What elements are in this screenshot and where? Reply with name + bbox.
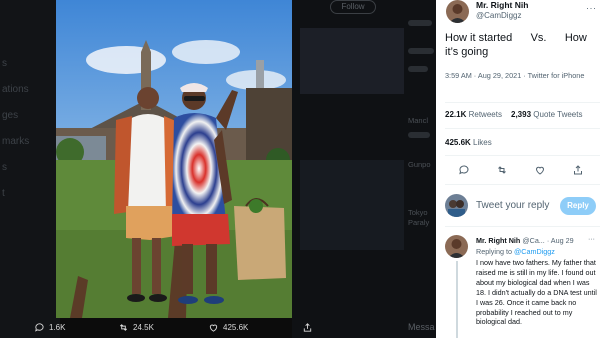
reply-header: Mr. Right Nih @Ca... · Aug 29 — [476, 236, 574, 245]
avatar-image — [446, 0, 469, 23]
reply-text: I now have two fathers. My father that r… — [476, 258, 597, 327]
quote-stats[interactable]: 2,393 Quote Tweets — [511, 110, 582, 119]
bg-trend: Gunpo — [408, 160, 431, 169]
bg-nav-item: ges — [2, 110, 19, 121]
background-messages: Messa — [408, 322, 435, 332]
tweet-timestamp[interactable]: 3:59 AM · Aug 29, 2021 · Twitter for iPh… — [445, 71, 595, 81]
tweet-detail-panel: Mr. Right Nih @CamDiggz ··· How it start… — [436, 0, 600, 338]
share-icon — [303, 323, 312, 332]
reply-author-avatar[interactable] — [445, 235, 468, 258]
share-icon[interactable] — [572, 164, 584, 176]
retweet-icon[interactable] — [496, 164, 508, 176]
reply-icon — [35, 323, 44, 332]
retweet-icon — [119, 324, 128, 331]
retweets-count: 22.1K — [445, 110, 467, 119]
thread-line — [456, 261, 458, 338]
bg-nav-item: s — [2, 162, 7, 173]
divider — [445, 102, 600, 103]
bg-nav-item: t — [2, 188, 5, 199]
divider — [445, 226, 600, 227]
heart-icon[interactable] — [534, 164, 546, 176]
current-user-avatar[interactable] — [445, 194, 468, 217]
reply-button[interactable]: Reply — [560, 197, 596, 215]
media-retweet-count: 24.5K — [133, 323, 154, 332]
author-handle[interactable]: @CamDiggz — [476, 11, 521, 20]
media-reply-count: 1.6K — [49, 323, 66, 332]
reply-author-name[interactable]: Mr. Right Nih — [476, 236, 520, 245]
media-reply-button[interactable]: 1.6K — [34, 322, 65, 333]
background-sidebar: s ations ges marks s t — [0, 0, 60, 338]
reply-author-handle[interactable]: @Ca... — [522, 236, 544, 245]
media-action-bar: 1.6K 24.5K 425.6K — [35, 318, 318, 338]
media-retweet-button[interactable]: 24.5K — [118, 322, 154, 333]
bg-placeholder-line — [408, 132, 430, 138]
bg-nav-item: marks — [2, 136, 30, 147]
reply-input[interactable]: Tweet your reply — [476, 200, 549, 211]
retweet-stats[interactable]: 22.1K Retweets — [445, 110, 502, 119]
divider — [445, 128, 600, 129]
replying-to-link[interactable]: @CamDiggz — [514, 247, 555, 256]
reply-date[interactable]: · Aug 29 — [547, 236, 574, 245]
bg-nav-item: s — [2, 58, 7, 69]
media-like-count: 425.6K — [223, 323, 249, 332]
retweets-label: Retweets — [468, 110, 502, 119]
likes-count: 425.6K — [445, 138, 471, 147]
divider — [445, 184, 600, 185]
divider — [445, 155, 600, 156]
tweet-photo[interactable] — [56, 0, 292, 318]
likes-label: Likes — [473, 138, 492, 147]
background-follow-button: Follow — [330, 0, 376, 14]
reply-icon[interactable] — [458, 164, 470, 176]
tweet-lightbox: s ations ges marks s t Follow Mancl Gunp… — [0, 0, 600, 338]
background-thumbnail — [300, 160, 404, 250]
bg-placeholder-line — [408, 20, 432, 26]
bg-trend: Mancl — [408, 116, 429, 125]
bg-placeholder-line — [408, 48, 434, 54]
media-like-button[interactable]: 425.6K — [208, 322, 248, 333]
bg-nav-item: ations — [2, 84, 29, 95]
author-avatar[interactable] — [446, 0, 469, 23]
bg-trend: Tokyo — [408, 208, 428, 217]
reply-more-options-icon[interactable]: ··· — [588, 236, 595, 243]
heart-icon — [209, 324, 218, 332]
bg-trend: Paraly — [408, 218, 430, 227]
author-name[interactable]: Mr. Right Nih — [476, 0, 528, 10]
bg-placeholder-line — [408, 66, 428, 72]
more-options-icon[interactable]: ··· — [586, 3, 597, 13]
tweet-text: How it started Vs. How it’s going — [445, 32, 590, 58]
quote-count: 2,393 — [511, 110, 532, 119]
photo-illustration — [56, 0, 292, 318]
media-share-button[interactable] — [302, 322, 317, 333]
replying-to: Replying to @CamDiggz — [476, 247, 555, 256]
background-thumbnail — [300, 28, 404, 94]
avatar-image — [445, 194, 468, 217]
quote-label: Quote Tweets — [533, 110, 583, 119]
like-stats[interactable]: 425.6K Likes — [445, 138, 492, 147]
replying-prefix: Replying to — [476, 247, 512, 256]
avatar-image — [445, 235, 468, 258]
